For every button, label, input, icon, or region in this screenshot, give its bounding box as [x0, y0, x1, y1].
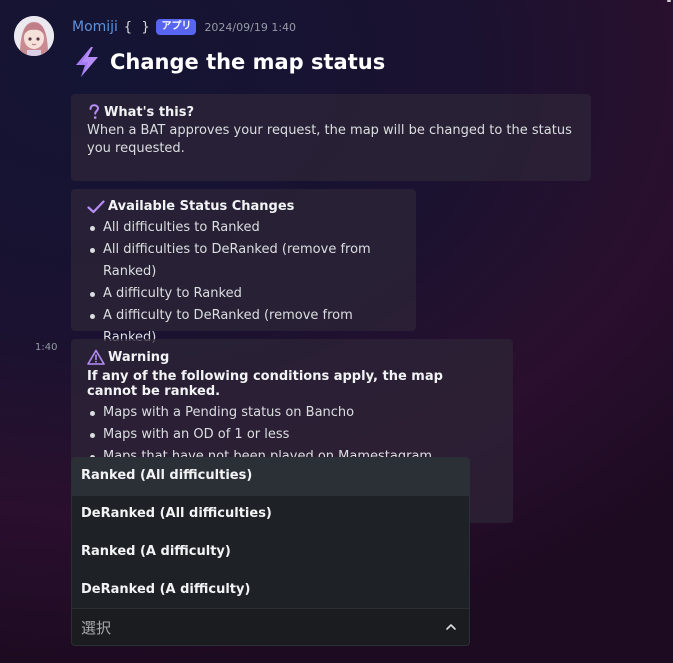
list-item: All difficulties to Ranked	[87, 217, 400, 239]
chevron-up-icon[interactable]	[445, 621, 457, 633]
check-mark-icon	[87, 199, 105, 213]
lightning-bolt-icon	[76, 47, 98, 77]
list-item: All difficulties to DeRanked (remove fro…	[87, 239, 400, 283]
status-select[interactable]: 選択	[71, 609, 470, 646]
title-text: Change the map status	[110, 50, 386, 74]
username[interactable]: Momiji	[72, 19, 118, 35]
dropdown-option-deranked-one[interactable]: DeRanked (A difficulty)	[72, 572, 469, 608]
window-corner-indicator	[667, 0, 671, 2]
warning-triangle-icon	[87, 349, 105, 365]
warning-heading-text: Warning	[108, 349, 170, 365]
available-status-card: Available Status Changes All difficultie…	[71, 189, 416, 345]
available-status-heading: Available Status Changes	[87, 199, 400, 214]
available-status-list: All difficulties to Ranked All difficult…	[87, 217, 400, 349]
side-timestamp: 1:40	[35, 342, 58, 353]
dropdown-option-deranked-all[interactable]: DeRanked (All difficulties)	[72, 496, 469, 534]
warning-heading: Warning	[87, 349, 497, 365]
avatar[interactable]	[14, 16, 54, 56]
message-timestamp[interactable]: 2024/09/19 1:40	[204, 21, 296, 34]
available-status-heading-text: Available Status Changes	[108, 199, 295, 214]
dropdown-option-ranked-one[interactable]: Ranked (A difficulty)	[72, 534, 469, 572]
select-placeholder: 選択	[81, 618, 112, 637]
status-dropdown-menu: Ranked (All difficulties) DeRanked (All …	[71, 457, 470, 609]
whats-this-body: When a BAT approves your request, the ma…	[87, 123, 572, 156]
whats-this-heading: What's this?	[87, 104, 575, 120]
dropdown-option-ranked-all[interactable]: Ranked (All difficulties)	[72, 458, 469, 496]
question-mark-icon	[89, 104, 100, 119]
warning-bold-line: If any of the following conditions apply…	[87, 369, 443, 399]
message-title: Change the map status	[72, 46, 385, 78]
whats-this-card: What's this? When a BAT approves your re…	[71, 94, 591, 181]
message-header: Momiji { } アプリ 2024/09/19 1:40	[72, 17, 296, 37]
whats-this-heading-text: What's this?	[104, 104, 195, 120]
app-badge: アプリ	[156, 19, 197, 35]
bot-braces-icon: { }	[123, 19, 151, 35]
list-item: Maps with a Pending status on Bancho	[87, 402, 497, 424]
list-item: A difficulty to Ranked	[87, 283, 400, 305]
list-item: Maps with an OD of 1 or less	[87, 424, 497, 446]
